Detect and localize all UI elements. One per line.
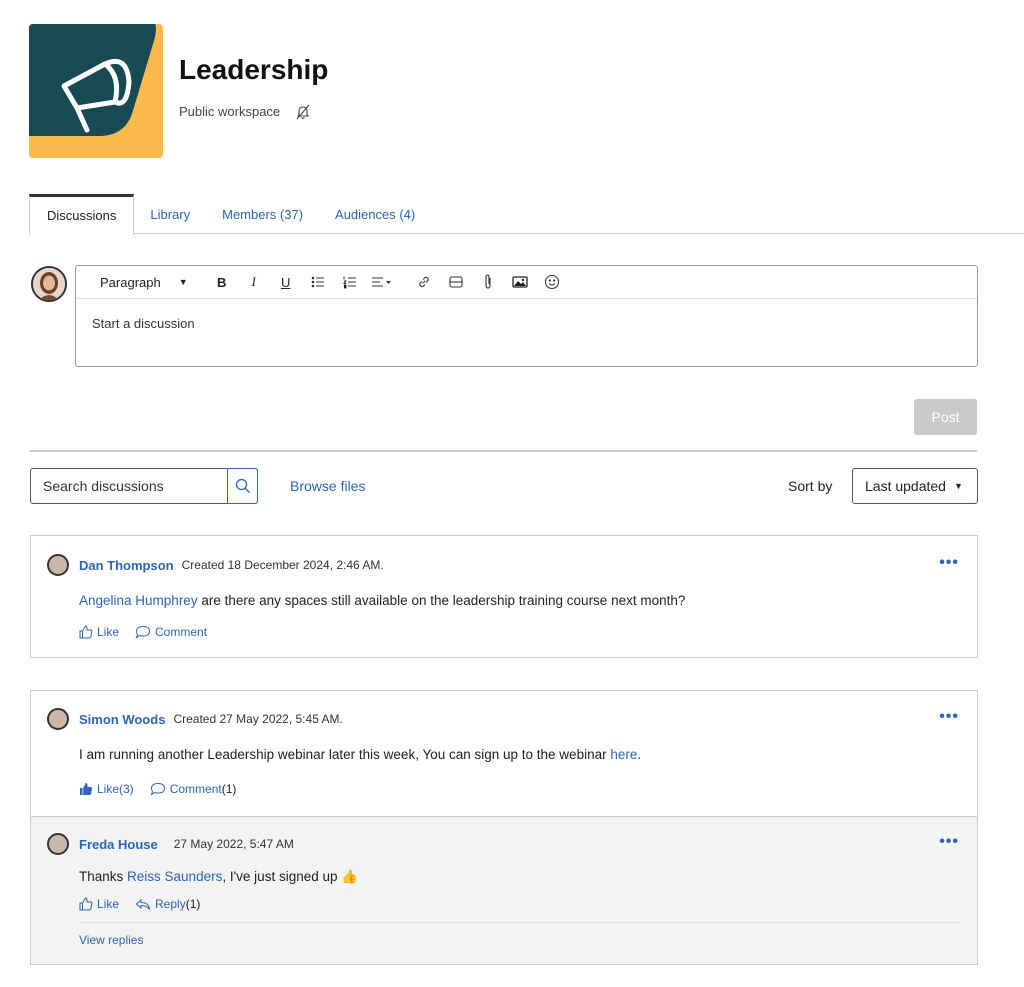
reply-body: Thanks Reiss Saunders, I've just signed … [79,869,358,885]
like-label: Like [97,897,120,911]
more-options-icon[interactable]: ••• [939,554,959,572]
workspace-subtitle: Public workspace [179,100,311,123]
reply-icon [135,898,151,911]
reply-button[interactable]: Reply (1) [135,897,200,911]
thumbs-up-emoji: 👍 [341,869,359,884]
bullet-list-icon[interactable] [306,270,330,294]
comment-label: Comment [169,782,222,796]
search-discussions [30,468,258,504]
tab-library[interactable]: Library [134,194,206,234]
comment-label: Comment [155,625,208,639]
tab-audiences[interactable]: Audiences (4) [319,194,431,234]
workspace-visibility: Public workspace [179,104,281,119]
tab-discussions[interactable]: Discussions [29,194,135,235]
avatar[interactable] [47,554,69,576]
avatar[interactable] [47,833,69,855]
avatar[interactable] [47,708,69,730]
thumbs-up-icon [79,897,93,911]
post-button[interactable]: Post [914,399,977,435]
sort-select[interactable]: Last updated ▼ [852,468,978,504]
reply-text-end: , I've just signed up [222,869,342,884]
post-text-end: . [637,747,642,762]
author-link[interactable]: Dan Thompson [79,558,174,573]
reply-meta: 27 May 2022, 5:47 AM [173,837,294,851]
editor-toolbar: Paragraph ▼ B I U [76,266,977,299]
workspace-tabs: Discussions Library Members (37) Audienc… [29,194,1024,235]
more-options-icon[interactable]: ••• [939,708,959,726]
search-icon [235,478,250,493]
like-label: Like [97,625,120,639]
section-divider [29,450,977,452]
align-icon[interactable] [370,270,394,294]
reply-author-link[interactable]: Freda House [79,837,158,852]
workspace-title: Leadership [179,54,329,85]
chevron-down-icon: ▼ [178,277,188,287]
discussion-post: Dan Thompson Created 18 December 2024, 2… [30,535,978,658]
like-button[interactable]: Like [79,897,119,911]
italic-icon[interactable]: I [242,270,266,294]
post-body: Angelina Humphrey are there any spaces s… [79,593,685,608]
more-options-icon[interactable]: ••• [939,833,959,851]
post-actions: Like Comment [79,625,223,639]
numbered-list-icon[interactable] [338,270,362,294]
comment-icon [150,782,165,796]
paragraph-format-dropdown[interactable]: Paragraph ▼ [92,270,196,294]
webinar-link[interactable]: here [610,747,637,762]
post-meta: Created 18 December 2024, 2:46 AM. [181,558,384,572]
post-meta: Created 27 May 2022, 5:45 AM. [173,712,343,726]
paragraph-format-label: Paragraph [100,274,161,290]
comment-count: (1) [221,782,237,796]
sort-value: Last updated [865,478,946,494]
comment-button[interactable]: Comment [135,625,207,639]
like-count: (3) [119,782,134,796]
bold-icon[interactable]: B [210,270,234,294]
comment-button[interactable]: Comment (1) [150,782,237,796]
post-body: I am running another Leadership webinar … [79,747,641,762]
discussion-post: Simon Woods Created 27 May 2022, 5:45 AM… [30,690,978,965]
image-icon[interactable] [508,270,532,294]
author-link[interactable]: Simon Woods [79,712,165,727]
post-actions: Like (3) Comment (1) [79,782,252,796]
reply-divider [79,922,961,923]
embed-icon[interactable] [444,270,468,294]
current-user-avatar [31,266,67,302]
notifications-off-icon[interactable] [295,104,311,123]
post-text: are there any spaces still available on … [197,593,686,608]
link-icon[interactable] [412,270,436,294]
like-button[interactable]: Like [79,625,119,639]
post-header: Simon Woods Created 27 May 2022, 5:45 AM… [47,708,343,730]
reply-comment: Freda House 27 May 2022, 5:47 AM ••• Tha… [31,816,977,964]
chevron-down-icon: ▼ [953,481,963,491]
like-button[interactable]: Like (3) [79,782,134,796]
reply-actions: Like Reply (1) [79,897,216,911]
megaphone-icon [29,24,156,136]
underline-icon[interactable]: U [274,270,298,294]
like-label: Like [97,782,120,796]
browse-files-link[interactable]: Browse files [290,478,365,494]
mention-link[interactable]: Reiss Saunders [127,869,222,884]
view-replies-link[interactable]: View replies [79,933,143,947]
workspace-logo [29,24,163,158]
thumbs-up-filled-icon [80,783,93,795]
post-header: Dan Thompson Created 18 December 2024, 2… [47,554,384,576]
attachment-icon[interactable] [476,270,500,294]
comment-icon [135,625,151,639]
reply-header: Freda House 27 May 2022, 5:47 AM [47,833,294,855]
search-button[interactable] [227,468,258,504]
discussion-input[interactable] [92,316,952,331]
search-input[interactable] [31,469,228,503]
reply-label: Reply [155,897,186,911]
thumbs-up-icon [79,625,93,639]
reply-count: (1) [185,897,201,911]
reply-text-start: Thanks [79,869,128,884]
sort-by-label: Sort by [788,478,833,494]
emoji-icon[interactable] [540,270,564,294]
mention-link[interactable]: Angelina Humphrey [79,593,198,608]
discussion-editor: Paragraph ▼ B I U [75,265,978,367]
tab-members[interactable]: Members (37) [206,194,319,234]
post-text: I am running another Leadership webinar … [79,747,611,762]
